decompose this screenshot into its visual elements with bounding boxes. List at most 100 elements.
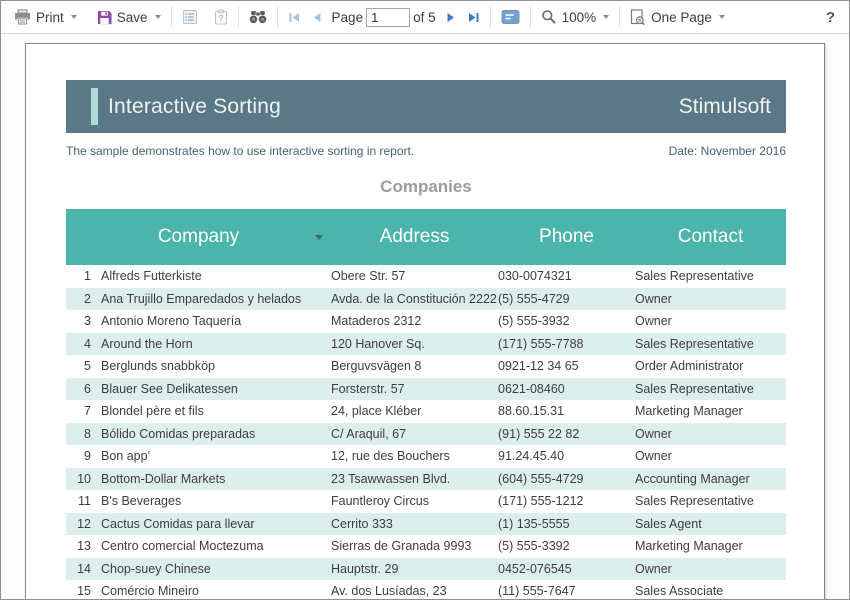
save-button[interactable]: Save	[92, 7, 166, 28]
toolbar-separator	[490, 6, 491, 28]
next-page-icon	[444, 11, 457, 24]
table-row: 3Antonio Moreno TaqueríaMataderos 2312(5…	[66, 310, 786, 333]
cell-num: 12	[66, 513, 101, 536]
accent-bar	[91, 88, 98, 125]
table-row: 9Bon app'12, rue des Bouchers91.24.45.40…	[66, 445, 786, 468]
printer-icon	[14, 9, 31, 25]
first-page-button[interactable]	[283, 8, 306, 27]
cell-phone: 0452-076545	[498, 558, 635, 581]
help-button[interactable]: ?	[820, 7, 841, 28]
column-header-label: Address	[380, 226, 450, 247]
cell-company: Bólido Comidas preparadas	[101, 423, 331, 446]
view-mode-button[interactable]: One Page	[625, 6, 730, 29]
cell-phone: (91) 555 22 82	[498, 423, 635, 446]
cell-num: 7	[66, 400, 101, 423]
table-body: 1Alfreds FutterkisteObere Str. 57030-007…	[66, 265, 786, 600]
editor-button[interactable]	[496, 6, 525, 28]
table-row: 7Blondel père et fils24, place Kléber88.…	[66, 400, 786, 423]
clipboard-question-icon: ?	[214, 9, 228, 25]
cell-contact: Owner	[635, 288, 786, 311]
cell-phone: (5) 555-4729	[498, 288, 635, 311]
cell-phone: 0621-08460	[498, 378, 635, 401]
cell-phone: (5) 555-3932	[498, 310, 635, 333]
page-number-input[interactable]	[366, 8, 410, 27]
cell-num: 1	[66, 265, 101, 288]
cell-company: Bottom-Dollar Markets	[101, 468, 331, 491]
cell-num: 9	[66, 445, 101, 468]
print-label: Print	[36, 10, 64, 25]
pages-total-label: of 5	[410, 10, 439, 25]
cell-phone: (171) 555-7788	[498, 333, 635, 356]
cell-contact: Marketing Manager	[635, 535, 786, 558]
cell-company: Bon app'	[101, 445, 331, 468]
cell-address: Fauntleroy Circus	[331, 490, 498, 513]
table-row: 5Berglunds snabbköpBerguvsvägen 80921-12…	[66, 355, 786, 378]
column-header-label: Phone	[539, 226, 594, 247]
cell-num: 3	[66, 310, 101, 333]
cell-contact: Sales Representative	[635, 490, 786, 513]
viewer-viewport: Interactive Sorting Stimulsoft The sampl…	[1, 34, 849, 599]
table-row: 6Blauer See DelikatessenForsterstr. 5706…	[66, 378, 786, 401]
cell-company: Blondel père et fils	[101, 400, 331, 423]
report-page: Interactive Sorting Stimulsoft The sampl…	[25, 43, 825, 600]
cell-company: Chop-suey Chinese	[101, 558, 331, 581]
chevron-down-icon	[155, 15, 161, 19]
toolbar-separator	[238, 6, 239, 28]
floppy-disk-icon	[97, 10, 112, 25]
cell-num: 11	[66, 490, 101, 513]
table-row: 15Comércio MineiroAv. dos Lusíadas, 23(1…	[66, 580, 786, 600]
cell-contact: Owner	[635, 423, 786, 446]
column-header-label: Company	[158, 226, 239, 247]
previous-page-button[interactable]	[306, 8, 329, 27]
column-header-address[interactable]: Address	[331, 226, 498, 248]
editor-icon	[501, 9, 520, 25]
toolbar: Print Save	[1, 1, 849, 34]
cell-phone: (171) 555-1212	[498, 490, 635, 513]
cell-contact: Sales Associate	[635, 580, 786, 600]
table-row: 11B's BeveragesFauntleroy Circus(171) 55…	[66, 490, 786, 513]
zoom-button[interactable]: 100%	[536, 6, 615, 28]
table-row: 8Bólido Comidas preparadasC/ Araquil, 67…	[66, 423, 786, 446]
next-page-button[interactable]	[439, 8, 462, 27]
cell-num: 4	[66, 333, 101, 356]
cell-num: 10	[66, 468, 101, 491]
cell-phone: (5) 555-3392	[498, 535, 635, 558]
table-row: 1Alfreds FutterkisteObere Str. 57030-007…	[66, 265, 786, 288]
cell-contact: Sales Representative	[635, 333, 786, 356]
parameters-button[interactable]: ?	[209, 6, 233, 28]
cell-contact: Sales Agent	[635, 513, 786, 536]
cell-address: Mataderos 2312	[331, 310, 498, 333]
bookmarks-icon	[182, 9, 198, 25]
bookmarks-button[interactable]	[177, 6, 203, 28]
cell-num: 14	[66, 558, 101, 581]
table-row: 12Cactus Comidas para llevarCerrito 333(…	[66, 513, 786, 536]
column-header-company[interactable]: Company	[66, 226, 331, 248]
cell-company: Cactus Comidas para llevar	[101, 513, 331, 536]
cell-company: Centro comercial Moctezuma	[101, 535, 331, 558]
table-row: 10Bottom-Dollar Markets23 Tsawwassen Blv…	[66, 468, 786, 491]
cell-address: Av. dos Lusíadas, 23	[331, 580, 498, 600]
cell-num: 5	[66, 355, 101, 378]
print-button[interactable]: Print	[9, 6, 82, 28]
column-header-phone[interactable]: Phone	[498, 226, 635, 248]
cell-company: Blauer See Delikatessen	[101, 378, 331, 401]
cell-contact: Order Administrator	[635, 355, 786, 378]
toolbar-separator	[619, 6, 620, 28]
cell-phone: 030-0074321	[498, 265, 635, 288]
svg-text:?: ?	[218, 13, 223, 23]
cell-address: 120 Hanover Sq.	[331, 333, 498, 356]
cell-phone: 88.60.15.31	[498, 400, 635, 423]
find-button[interactable]	[244, 7, 272, 27]
cell-address: Berguvsvägen 8	[331, 355, 498, 378]
chevron-down-icon	[719, 15, 725, 19]
toolbar-separator	[171, 6, 172, 28]
cell-phone: 91.24.45.40	[498, 445, 635, 468]
last-page-button[interactable]	[462, 8, 485, 27]
cell-num: 15	[66, 580, 101, 600]
column-header-contact[interactable]: Contact	[635, 226, 786, 248]
cell-phone: 0921-12 34 65	[498, 355, 635, 378]
cell-contact: Owner	[635, 558, 786, 581]
magnifier-icon	[541, 9, 557, 25]
cell-company: Alfreds Futterkiste	[101, 265, 331, 288]
cell-num: 2	[66, 288, 101, 311]
